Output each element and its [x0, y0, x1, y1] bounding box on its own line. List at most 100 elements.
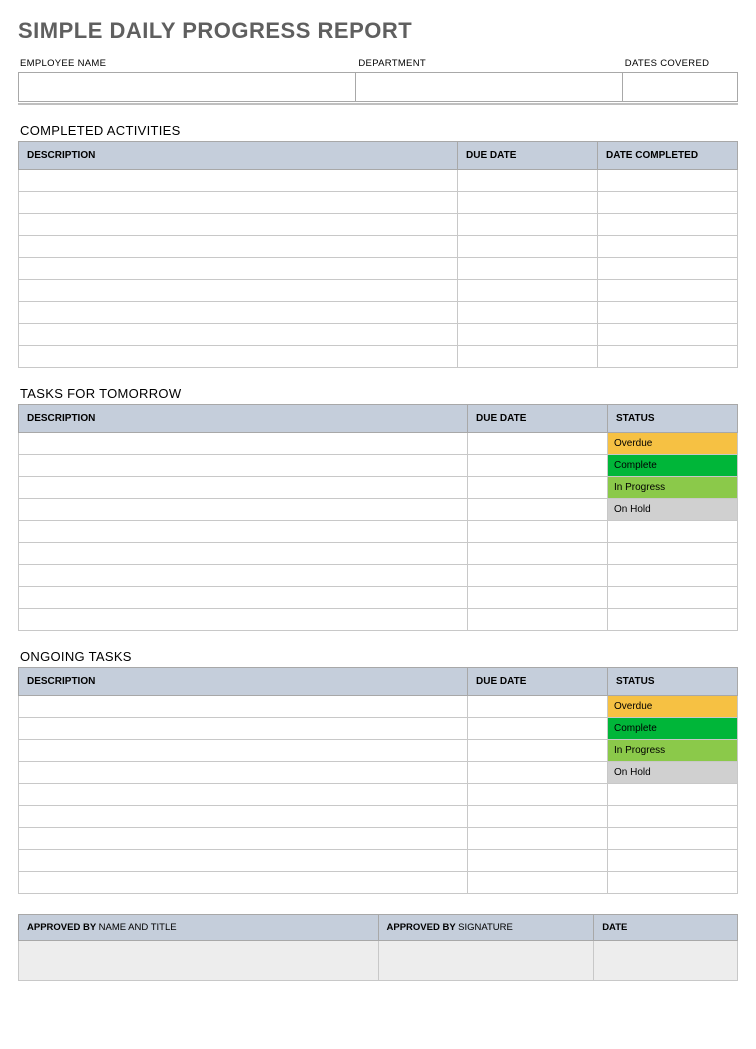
- due-date-cell[interactable]: [468, 543, 608, 565]
- description-cell[interactable]: [19, 828, 468, 850]
- due-date-cell[interactable]: [458, 214, 598, 236]
- description-cell[interactable]: [19, 236, 458, 258]
- description-cell[interactable]: [19, 302, 458, 324]
- due-date-cell[interactable]: [468, 565, 608, 587]
- table-row: [19, 565, 738, 587]
- status-cell[interactable]: [608, 543, 738, 565]
- status-cell[interactable]: [608, 521, 738, 543]
- col-header-date-completed: DATE COMPLETED: [598, 142, 738, 170]
- due-date-cell[interactable]: [468, 784, 608, 806]
- status-cell[interactable]: In Progress: [608, 477, 738, 499]
- meta-underline: [18, 103, 738, 105]
- date-completed-cell[interactable]: [598, 192, 738, 214]
- due-date-cell[interactable]: [458, 192, 598, 214]
- due-date-cell[interactable]: [468, 499, 608, 521]
- description-cell[interactable]: [19, 324, 458, 346]
- department-input[interactable]: [356, 72, 622, 102]
- table-row: [19, 784, 738, 806]
- due-date-cell[interactable]: [458, 170, 598, 192]
- date-completed-cell[interactable]: [598, 346, 738, 368]
- description-cell[interactable]: [19, 170, 458, 192]
- date-completed-cell[interactable]: [598, 324, 738, 346]
- approved-by-signature-input[interactable]: [378, 941, 594, 981]
- table-row: [19, 941, 738, 981]
- description-cell[interactable]: [19, 806, 468, 828]
- due-date-cell[interactable]: [468, 828, 608, 850]
- due-date-cell[interactable]: [468, 477, 608, 499]
- status-cell[interactable]: On Hold: [608, 499, 738, 521]
- description-cell[interactable]: [19, 192, 458, 214]
- employee-name-input[interactable]: [18, 72, 356, 102]
- status-cell[interactable]: [608, 587, 738, 609]
- status-cell[interactable]: Complete: [608, 718, 738, 740]
- date-completed-cell[interactable]: [598, 170, 738, 192]
- description-cell[interactable]: [19, 784, 468, 806]
- description-cell[interactable]: [19, 521, 468, 543]
- due-date-cell[interactable]: [458, 302, 598, 324]
- description-cell[interactable]: [19, 609, 468, 631]
- description-cell[interactable]: [19, 762, 468, 784]
- dates-covered-input[interactable]: [623, 72, 738, 102]
- due-date-cell[interactable]: [458, 258, 598, 280]
- status-cell[interactable]: In Progress: [608, 740, 738, 762]
- description-cell[interactable]: [19, 543, 468, 565]
- description-cell[interactable]: [19, 499, 468, 521]
- due-date-cell[interactable]: [468, 806, 608, 828]
- completed-activities-table: DESCRIPTION DUE DATE DATE COMPLETED: [18, 141, 738, 368]
- description-cell[interactable]: [19, 280, 458, 302]
- date-completed-cell[interactable]: [598, 302, 738, 324]
- status-cell[interactable]: [608, 872, 738, 894]
- status-cell[interactable]: [608, 806, 738, 828]
- due-date-cell[interactable]: [458, 280, 598, 302]
- description-cell[interactable]: [19, 587, 468, 609]
- status-cell[interactable]: Overdue: [608, 433, 738, 455]
- due-date-cell[interactable]: [468, 433, 608, 455]
- due-date-cell[interactable]: [468, 609, 608, 631]
- dates-covered-label: DATES COVERED: [623, 58, 738, 72]
- description-cell[interactable]: [19, 433, 468, 455]
- approved-date-input[interactable]: [594, 941, 738, 981]
- status-cell[interactable]: [608, 828, 738, 850]
- description-cell[interactable]: [19, 565, 468, 587]
- date-completed-cell[interactable]: [598, 236, 738, 258]
- due-date-cell[interactable]: [468, 455, 608, 477]
- date-completed-cell[interactable]: [598, 280, 738, 302]
- status-cell[interactable]: [608, 784, 738, 806]
- due-date-cell[interactable]: [468, 850, 608, 872]
- description-cell[interactable]: [19, 696, 468, 718]
- status-cell[interactable]: Complete: [608, 455, 738, 477]
- due-date-cell[interactable]: [458, 236, 598, 258]
- due-date-cell[interactable]: [458, 324, 598, 346]
- due-date-cell[interactable]: [468, 872, 608, 894]
- description-cell[interactable]: [19, 872, 468, 894]
- table-row: [19, 806, 738, 828]
- date-completed-cell[interactable]: [598, 258, 738, 280]
- description-cell[interactable]: [19, 740, 468, 762]
- status-cell[interactable]: On Hold: [608, 762, 738, 784]
- due-date-cell[interactable]: [468, 587, 608, 609]
- date-completed-cell[interactable]: [598, 214, 738, 236]
- description-cell[interactable]: [19, 455, 468, 477]
- due-date-cell[interactable]: [468, 521, 608, 543]
- col-header-description: DESCRIPTION: [19, 142, 458, 170]
- description-cell[interactable]: [19, 718, 468, 740]
- due-date-cell[interactable]: [468, 740, 608, 762]
- description-cell[interactable]: [19, 214, 458, 236]
- due-date-cell[interactable]: [468, 696, 608, 718]
- status-cell[interactable]: Overdue: [608, 696, 738, 718]
- description-cell[interactable]: [19, 346, 458, 368]
- due-date-cell[interactable]: [468, 718, 608, 740]
- description-cell[interactable]: [19, 258, 458, 280]
- ongoing-tasks-table: DESCRIPTION DUE DATE STATUS OverdueCompl…: [18, 667, 738, 894]
- status-cell[interactable]: [608, 565, 738, 587]
- description-cell[interactable]: [19, 477, 468, 499]
- description-cell[interactable]: [19, 850, 468, 872]
- due-date-cell[interactable]: [468, 762, 608, 784]
- employee-name-label: EMPLOYEE NAME: [18, 58, 356, 72]
- approved-by-name-input[interactable]: [19, 941, 379, 981]
- due-date-cell[interactable]: [458, 346, 598, 368]
- table-row: [19, 609, 738, 631]
- table-row: [19, 346, 738, 368]
- status-cell[interactable]: [608, 850, 738, 872]
- status-cell[interactable]: [608, 609, 738, 631]
